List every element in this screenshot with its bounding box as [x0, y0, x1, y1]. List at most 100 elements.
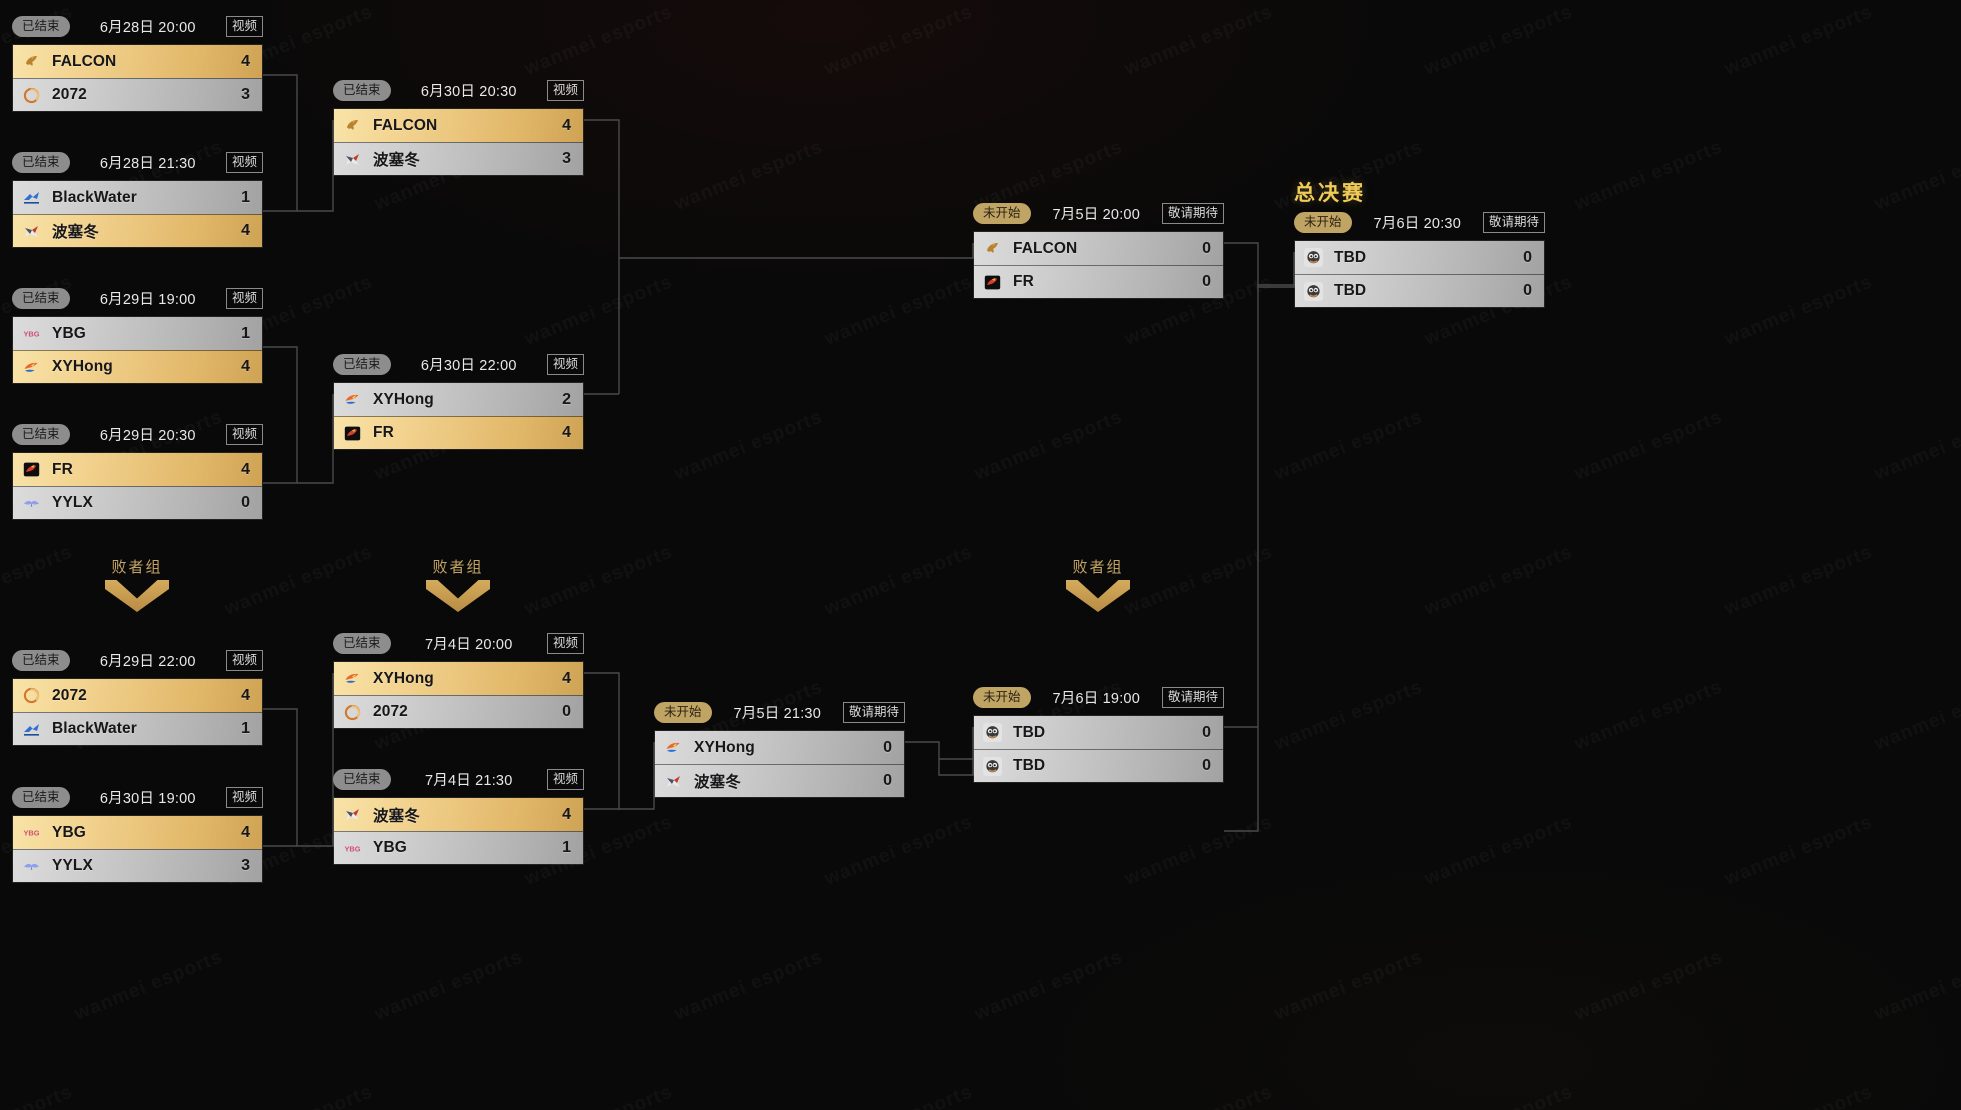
watermark-text: wanmei esports — [0, 1081, 76, 1110]
team-row[interactable]: YBG YBG 4 — [13, 816, 262, 849]
watermark-text: wanmei esports — [1122, 1081, 1276, 1110]
team-row[interactable]: 波塞冬 0 — [655, 764, 904, 797]
match-card-grand-final[interactable]: 未开始 7月6日 20:30 敬请期待 TBD 0 TBD 0 — [1294, 211, 1545, 308]
watermark-text: wanmei esports — [1872, 676, 1961, 755]
team-row[interactable]: 波塞冬 3 — [334, 142, 583, 175]
team-score: 4 — [241, 823, 250, 841]
watermark-text: wanmei esports — [1422, 811, 1576, 890]
watermark-text: wanmei esports — [0, 541, 76, 620]
tournament-bracket-page: wanmei esports wanmei esports wanmei espor… — [0, 0, 1961, 1110]
match-card-lb-r1-m2[interactable]: 已结束 6月30日 19:00 视频 YBG YBG 4 YYLX 3 — [12, 786, 263, 883]
status-badge: 已结束 — [12, 152, 70, 173]
match-card-lb-r2-m1[interactable]: 已结束 7月4日 20:00 视频 XYHong 4 2072 0 — [333, 632, 584, 729]
team-row[interactable]: YBG YBG 1 — [334, 831, 583, 864]
team-row[interactable]: BlackWater 1 — [13, 181, 262, 214]
match-card-ub-r2-m2[interactable]: 已结束 6月30日 22:00 视频 XYHong 2 FR 4 — [333, 353, 584, 450]
match-time: 6月28日 21:30 — [99, 156, 196, 172]
team-logo-icon — [343, 805, 362, 824]
coming-soon-button[interactable]: 敬请期待 — [842, 702, 905, 723]
watermark-text: wanmei esports — [1272, 676, 1426, 755]
team-row[interactable]: BlackWater 1 — [13, 712, 262, 745]
match-time: 6月28日 20:00 — [99, 20, 196, 36]
match-card-ub-r1-m4[interactable]: 已结束 6月29日 20:30 视频 FR 4 YYLX 0 — [12, 423, 263, 520]
match-card-ub-r1-m3[interactable]: 已结束 6月29日 19:00 视频 YBG YBG 1 XYHong 4 — [12, 287, 263, 384]
team-logo-icon — [664, 772, 683, 791]
match-card-ub-r1-m1[interactable]: 已结束 6月28日 20:00 视频 FALCON 4 2072 3 — [12, 15, 263, 112]
video-button[interactable]: 视频 — [546, 633, 584, 654]
match-card-ub-r2-m1[interactable]: 已结束 6月30日 20:30 视频 FALCON 4 波塞冬 3 — [333, 79, 584, 176]
team-row[interactable]: XYHong 2 — [334, 383, 583, 416]
team-name: YYLX — [52, 857, 93, 874]
team-name: FR — [52, 460, 73, 478]
video-button[interactable]: 视频 — [546, 80, 584, 101]
team-row[interactable]: 2072 3 — [13, 78, 262, 111]
status-badge: 已结束 — [12, 288, 70, 309]
team-row[interactable]: FR 4 — [334, 416, 583, 449]
match-header: 已结束 7月4日 21:30 视频 — [333, 768, 584, 791]
team-row[interactable]: XYHong 4 — [13, 350, 262, 383]
match-header: 未开始 7月5日 20:00 敬请期待 — [973, 202, 1224, 225]
team-row[interactable]: 波塞冬 4 — [334, 798, 583, 831]
connector-line — [1224, 284, 1294, 832]
match-header: 已结束 6月30日 19:00 视频 — [12, 786, 263, 809]
watermark-text: wanmei esports — [1422, 1, 1576, 80]
team-row[interactable]: XYHong 0 — [655, 731, 904, 764]
coming-soon-button[interactable]: 敬请期待 — [1161, 203, 1224, 224]
team-row[interactable]: XYHong 4 — [334, 662, 583, 695]
team-row[interactable]: YYLX 3 — [13, 849, 262, 882]
coming-soon-button[interactable]: 敬请期待 — [1161, 687, 1224, 708]
match-time: 6月30日 20:30 — [420, 84, 517, 100]
watermark-text: wanmei esports — [822, 811, 976, 890]
watermark-text: wanmei esports — [1122, 1, 1276, 80]
team-name: XYHong — [373, 669, 434, 687]
team-score: 4 — [241, 460, 250, 478]
team-row[interactable]: TBD 0 — [1295, 241, 1544, 274]
video-button[interactable]: 视频 — [225, 650, 263, 671]
team-name: BlackWater — [52, 720, 137, 737]
team-row[interactable]: TBD 0 — [974, 716, 1223, 749]
video-button[interactable]: 视频 — [546, 354, 584, 375]
team-row[interactable]: FALCON 4 — [334, 109, 583, 142]
team-row[interactable]: FR 4 — [13, 453, 262, 486]
watermark-text: wanmei esports — [1422, 541, 1576, 620]
team-score: 4 — [562, 116, 571, 134]
match-card-lb-r2-m2[interactable]: 已结束 7月4日 21:30 视频波塞冬 4 YBG YBG 1 — [333, 768, 584, 865]
watermark-text: wanmei esports — [372, 946, 526, 1025]
team-logo-icon — [983, 723, 1002, 742]
team-row[interactable]: 波塞冬 4 — [13, 214, 262, 247]
match-time: 7月6日 19:00 — [1052, 691, 1140, 707]
match-card-lb-final[interactable]: 未开始 7月6日 19:00 敬请期待 TBD 0 TBD 0 — [973, 686, 1224, 783]
team-score: 0 — [241, 494, 250, 511]
match-card-ub-final[interactable]: 未开始 7月5日 20:00 敬请期待 FALCON 0 FR 0 — [973, 202, 1224, 299]
team-row[interactable]: YYLX 0 — [13, 486, 262, 519]
match-card-lb-r3[interactable]: 未开始 7月5日 21:30 敬请期待 XYHong 0 波塞冬 0 — [654, 701, 905, 798]
team-row[interactable]: FALCON 4 — [13, 45, 262, 78]
svg-text:YBG: YBG — [23, 829, 39, 838]
video-button[interactable]: 视频 — [225, 787, 263, 808]
team-row[interactable]: FR 0 — [974, 265, 1223, 298]
video-button[interactable]: 视频 — [225, 288, 263, 309]
coming-soon-button[interactable]: 敬请期待 — [1482, 212, 1545, 233]
team-row[interactable]: YBG YBG 1 — [13, 317, 262, 350]
team-score: 4 — [562, 805, 571, 823]
watermark-text: wanmei esports — [1872, 406, 1961, 485]
status-badge: 已结束 — [12, 16, 70, 37]
team-row[interactable]: FALCON 0 — [974, 232, 1223, 265]
match-card-lb-r1-m1[interactable]: 已结束 6月29日 22:00 视频 2072 4 BlackWater 1 — [12, 649, 263, 746]
match-card-ub-r1-m2[interactable]: 已结束 6月28日 21:30 视频 BlackWater 1 波塞冬 4 — [12, 151, 263, 248]
team-row[interactable]: TBD 0 — [1295, 274, 1544, 307]
team-logo-icon — [22, 686, 41, 705]
team-logo-icon — [983, 756, 1002, 776]
team-name: FALCON — [1013, 239, 1078, 257]
watermark-text: wanmei esports — [1122, 541, 1276, 620]
video-button[interactable]: 视频 — [225, 152, 263, 173]
video-button[interactable]: 视频 — [225, 16, 263, 37]
team-score: 3 — [241, 857, 250, 874]
match-header: 已结束 6月29日 22:00 视频 — [12, 649, 263, 672]
team-row[interactable]: 2072 4 — [13, 679, 262, 712]
video-button[interactable]: 视频 — [225, 424, 263, 445]
team-row[interactable]: TBD 0 — [974, 749, 1223, 782]
team-row[interactable]: 2072 0 — [334, 695, 583, 728]
watermark-text: wanmei esports — [822, 1081, 976, 1110]
video-button[interactable]: 视频 — [546, 769, 584, 790]
